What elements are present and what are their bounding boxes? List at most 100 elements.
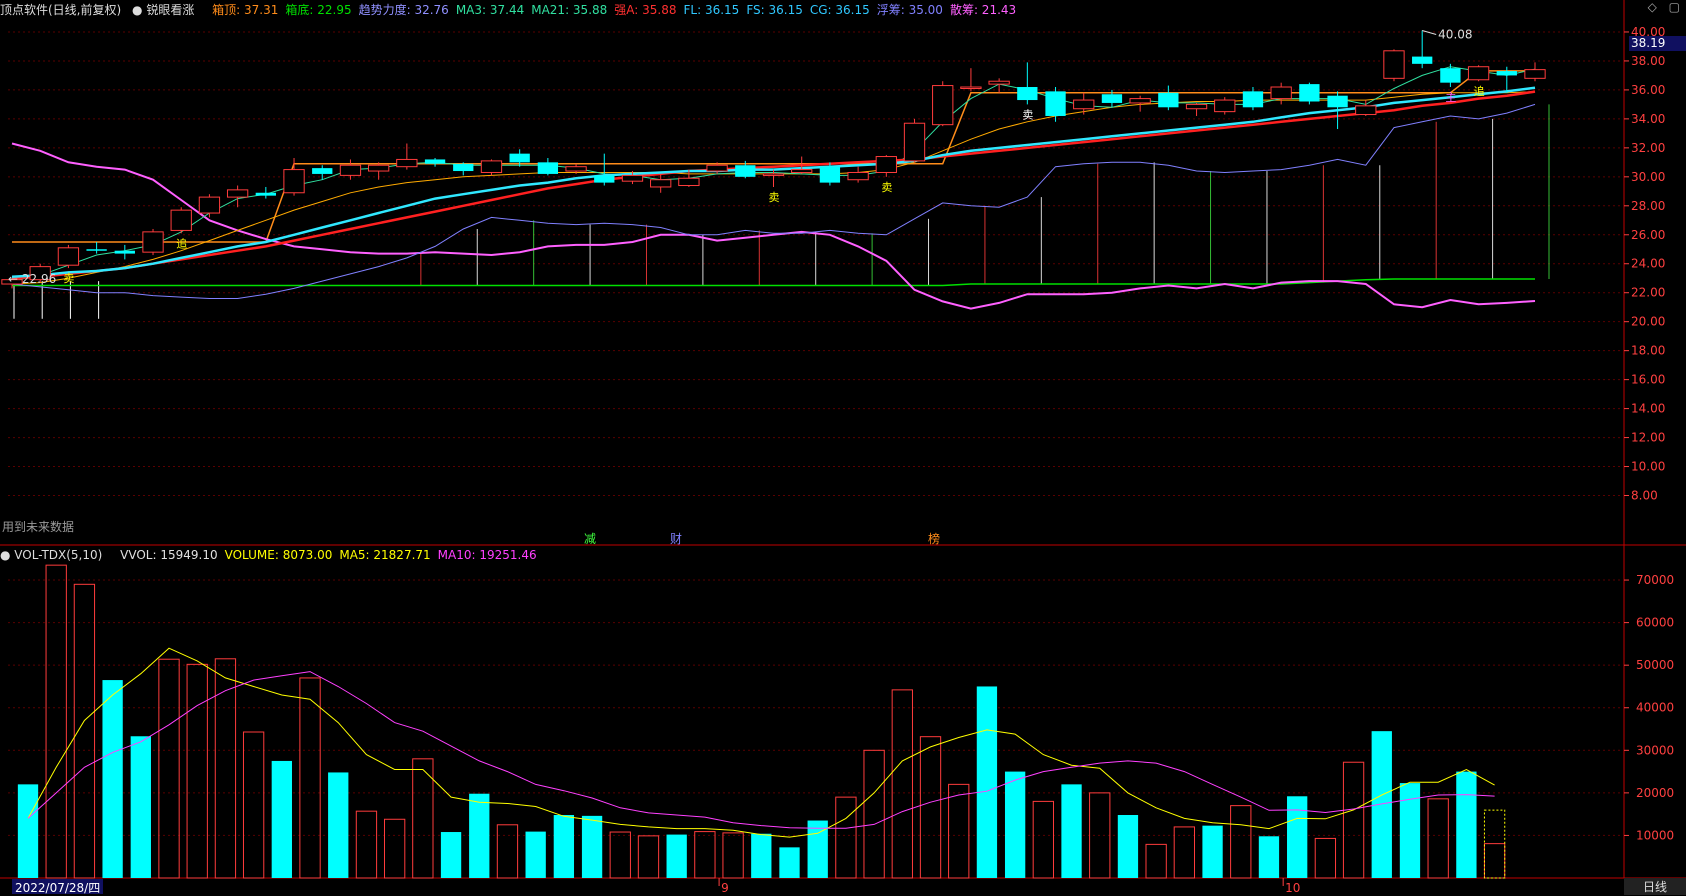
x-axis-start-date: 2022/07/28/四 <box>12 879 104 895</box>
price-tick-label: 10.00 <box>1631 460 1665 474</box>
trade-signal-marker: 卖 <box>769 191 780 204</box>
main-value-4: MA21: 35.88 <box>531 3 608 17</box>
candle-body <box>170 209 192 231</box>
volume-tick-label: 50000 <box>1636 658 1674 672</box>
volume-bar <box>214 658 237 879</box>
volume-bar <box>779 847 800 878</box>
candle-body <box>875 156 897 173</box>
candle-body <box>57 247 80 266</box>
price-tick-label: 34.00 <box>1631 112 1665 126</box>
candle-body <box>1101 94 1123 103</box>
main-value-5: 强A: 35.88 <box>614 3 677 17</box>
volume-bar <box>694 831 716 879</box>
candle-body <box>537 162 559 174</box>
indicator-name[interactable]: ● 锐眼看涨 <box>132 3 201 17</box>
volume-tick-label: 60000 <box>1636 616 1674 630</box>
ma21-line <box>11 91 1536 285</box>
volume-bar <box>637 835 660 879</box>
main-indicator-header: 顶点软件(日线,前复权) ● 锐眼看涨 箱顶: 37.31 箱底: 22.95 趋势… <box>0 1 1030 17</box>
price-tick-label: 18.00 <box>1631 344 1665 358</box>
volume-bar <box>440 832 462 878</box>
candle-body <box>678 177 700 187</box>
volume-bar <box>271 760 292 878</box>
price-tick-label: 20.00 <box>1631 315 1665 329</box>
candle-body <box>706 164 728 172</box>
signal-marker: 减 <box>584 532 597 546</box>
volume-bar <box>1004 771 1026 878</box>
price-tick-label: 38.00 <box>1631 54 1665 68</box>
volume-bar <box>1202 825 1223 878</box>
candle-body <box>819 166 841 183</box>
candle-body <box>1327 95 1348 108</box>
price-tick-label: 16.00 <box>1631 373 1665 387</box>
volume-bar <box>299 677 321 879</box>
time-tick-label: 10 <box>1285 881 1300 895</box>
candle-body <box>1299 84 1320 102</box>
volume-bar <box>525 831 546 878</box>
volume-values: VVOL: 15949.10 VOLUME: 8073.00 MA5: 21827.… <box>120 548 543 562</box>
signal-marker: 财 <box>670 532 683 546</box>
volume-bar <box>1399 783 1421 878</box>
main-value-10: 散筹: 21.43 <box>949 3 1017 17</box>
candle-body <box>1412 56 1433 64</box>
candle-body <box>1383 50 1405 79</box>
candle-body <box>367 164 390 172</box>
volume-bar <box>355 810 378 879</box>
time-tick-label: 9 <box>721 881 729 895</box>
volume-bar <box>130 736 151 878</box>
candle-body <box>932 85 954 126</box>
volume-bar <box>1342 761 1365 879</box>
scatter-chip-line <box>11 142 1536 310</box>
volume-bar <box>553 815 575 878</box>
volume-tick-label: 10000 <box>1636 828 1674 842</box>
trade-signal-marker: 卖 <box>1022 108 1033 121</box>
volume-bar <box>581 815 603 878</box>
volume-bar <box>1032 800 1054 879</box>
diamond-icon[interactable]: ◇ <box>1648 0 1657 14</box>
volume-bar <box>1230 805 1252 879</box>
trade-signal-marker: 追 <box>176 236 187 250</box>
candle-body <box>650 179 672 188</box>
candle-body <box>424 159 446 164</box>
price-tick-label: 8.00 <box>1631 489 1658 503</box>
candle-body <box>114 250 135 254</box>
price-tick-label: 30.00 <box>1631 170 1665 184</box>
volume-bar <box>1483 843 1506 879</box>
volume-tick-label: 40000 <box>1636 701 1674 715</box>
volume-bar <box>1427 798 1449 879</box>
volume-bar <box>328 772 349 878</box>
candle-body <box>1073 99 1095 110</box>
candle-body <box>762 173 785 176</box>
app-title: 顶点软件(日线,前复权) <box>0 3 122 17</box>
volume-bar <box>722 832 744 879</box>
window-controls: ◇ ▢ <box>1640 0 1680 14</box>
price-tick-label: 24.00 <box>1631 257 1665 271</box>
candle-body <box>255 192 276 196</box>
volume-ma5-line <box>27 647 1495 838</box>
candle-body <box>1045 91 1066 116</box>
low-price-label: ← 22.96 <box>8 272 56 286</box>
trade-signal-marker: 卖 <box>63 272 74 285</box>
main-value-6: FL: 36.15 <box>683 3 740 17</box>
candle-body <box>1185 103 1208 110</box>
candle-body <box>1355 105 1377 116</box>
volume-indicator-header: ● VOL-TDX(5,10) VVOL: 15949.10 VOLUME: 80… <box>0 548 551 564</box>
main-value-7: FS: 36.15 <box>746 3 803 17</box>
main-value-8: CG: 36.15 <box>809 3 870 17</box>
candle-body <box>1214 99 1236 113</box>
price-tick-label: 12.00 <box>1631 431 1665 445</box>
trade-signal-marker: 追 <box>1474 84 1485 98</box>
volume-bar <box>383 818 406 879</box>
volume-tick-label: 70000 <box>1636 573 1674 587</box>
maximize-icon[interactable]: ▢ <box>1669 0 1680 14</box>
volume-bar <box>158 658 180 879</box>
volume-indicator-name[interactable]: ● VOL-TDX(5,10) <box>0 548 109 562</box>
candle-body <box>86 249 107 251</box>
vol-value-2: MA5: 21827.71 <box>339 548 431 562</box>
candle-body <box>142 231 164 253</box>
candle-body <box>1270 86 1292 100</box>
candle-body <box>396 158 418 168</box>
candle-body <box>594 175 615 183</box>
period-selector[interactable]: 日线 <box>1624 878 1686 895</box>
high-price-label: 40.08 <box>1438 28 1472 42</box>
